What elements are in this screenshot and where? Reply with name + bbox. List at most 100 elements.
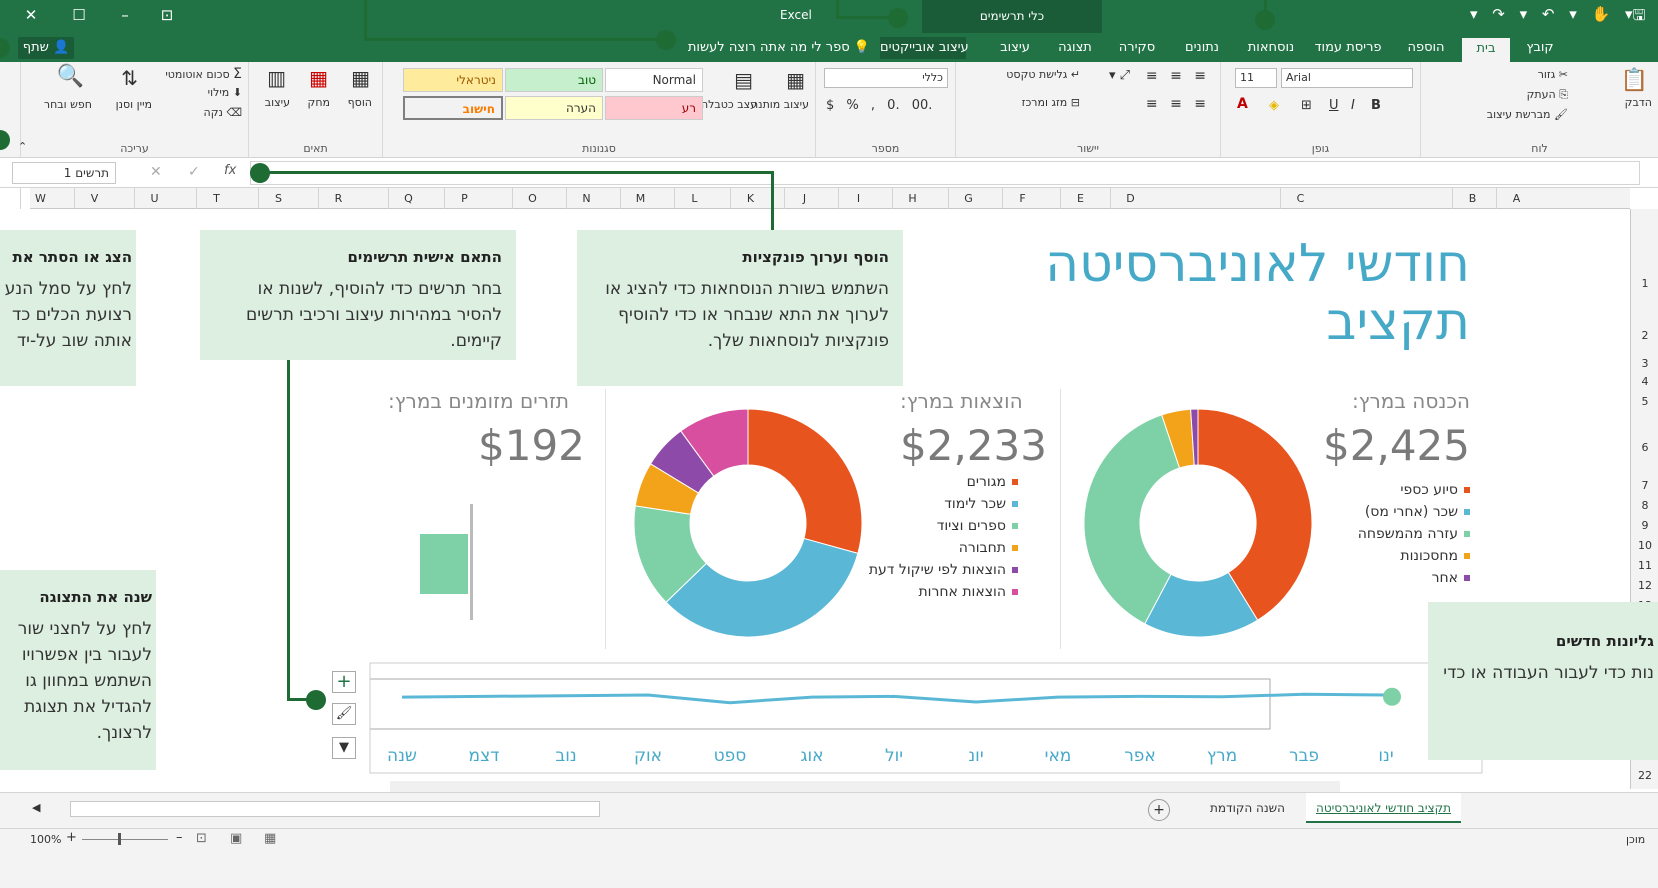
italic-button[interactable]: I	[1351, 98, 1355, 113]
fill-color-icon[interactable]: ◈	[1269, 98, 1279, 113]
row-header[interactable]: 4	[1631, 375, 1658, 388]
column-header[interactable]: L	[674, 188, 714, 209]
row-header[interactable]: 7	[1631, 479, 1658, 492]
column-header[interactable]: B	[1452, 188, 1492, 209]
format-cells-button[interactable]: עיצוב	[265, 96, 290, 109]
column-header[interactable]: W	[20, 188, 60, 209]
cashflow-bar[interactable]	[420, 534, 468, 594]
number-format-select[interactable]: כללי	[824, 68, 948, 88]
line-series[interactable]	[401, 692, 1387, 705]
clear-button[interactable]: ⌫ נקה	[204, 106, 242, 119]
sheet-tab-active[interactable]: תקציב חודשי לאוניברסיטה	[1306, 793, 1462, 823]
tab-design[interactable]: עיצוב	[994, 37, 1036, 59]
tab-view[interactable]: תצוגה	[1050, 37, 1100, 59]
column-header[interactable]: O	[512, 188, 552, 209]
paste-button[interactable]: הדבק	[1625, 96, 1652, 109]
save-icon[interactable]: 🖫	[1628, 4, 1650, 26]
zoom-slider[interactable]	[82, 839, 168, 840]
share-button[interactable]: שתף 👤	[18, 37, 74, 59]
column-header[interactable]: M	[620, 188, 660, 209]
zoom-level[interactable]: 100%	[30, 833, 61, 846]
row-header[interactable]: 5	[1631, 395, 1658, 408]
cut-button[interactable]: ✂ גזור	[1538, 68, 1568, 81]
selected-point[interactable]	[1383, 687, 1401, 706]
close-icon[interactable]: ✕	[20, 4, 42, 26]
row-header[interactable]: 6	[1631, 441, 1658, 454]
style-bad[interactable]: רע	[605, 96, 703, 120]
scroll-tabs-left-icon[interactable]: ◀	[32, 801, 40, 814]
paste-icon[interactable]: 📋	[1621, 68, 1648, 93]
column-header[interactable]: S	[258, 188, 298, 209]
page-layout-view-icon[interactable]: ▣	[230, 831, 242, 846]
underline-button[interactable]: U	[1329, 98, 1339, 113]
find-select-button[interactable]: חפש ובחר	[44, 98, 92, 111]
column-header[interactable]: Q	[388, 188, 428, 209]
tab-home[interactable]: בית	[1462, 38, 1510, 62]
format-table-icon[interactable]: ▤	[734, 68, 753, 92]
copy-button[interactable]: ⎘ העתק	[1527, 88, 1568, 102]
zoom-out-icon[interactable]: –	[176, 830, 183, 845]
row-header[interactable]: 3	[1631, 357, 1658, 370]
font-color-icon[interactable]: A	[1237, 96, 1248, 112]
column-header[interactable]: V	[74, 188, 114, 209]
conditional-format-button[interactable]: עיצוב מותנה	[751, 98, 809, 111]
column-header[interactable]: U	[134, 188, 174, 209]
insert-cells-button[interactable]: הוסף	[348, 96, 372, 109]
fx-icon[interactable]: fx	[224, 163, 236, 178]
orientation-icon[interactable]: ⤢ ▾	[1109, 68, 1130, 83]
quick-access-toolbar[interactable]: ▾ ↷ ▾ ↶ ▾ ✋ ▾	[1470, 5, 1633, 23]
column-header[interactable]: T	[196, 188, 236, 209]
tab-file[interactable]: קובץ	[1518, 37, 1562, 59]
delete-cells-button[interactable]: מחק	[308, 96, 330, 109]
style-calculation[interactable]: חישוב	[403, 96, 503, 120]
row-header[interactable]: 2	[1631, 329, 1658, 342]
tab-format[interactable]: עיצוב אובייקטים	[880, 37, 969, 59]
tab-formulas[interactable]: נוסחאות	[1240, 37, 1302, 59]
column-header[interactable]: P	[444, 188, 484, 209]
fill-button[interactable]: ⬇ מילוי	[208, 86, 242, 99]
row-header[interactable]: 12	[1631, 579, 1658, 592]
column-header[interactable]: N	[566, 188, 606, 209]
row-header[interactable]: 9	[1631, 519, 1658, 532]
minimize-icon[interactable]: –	[114, 4, 136, 26]
enter-icon[interactable]: ✓	[188, 164, 200, 180]
chart-elements-button[interactable]: +	[332, 671, 356, 693]
row-header[interactable]: 22	[1631, 769, 1658, 782]
bold-button[interactable]: B	[1371, 98, 1381, 113]
new-sheet-button[interactable]: +	[1148, 799, 1170, 821]
format-painter-button[interactable]: 🖌 מברשת עיצוב	[1487, 108, 1568, 121]
conditional-format-icon[interactable]: ▦	[786, 68, 805, 92]
tab-page-layout[interactable]: פריסת עמוד	[1310, 37, 1386, 59]
column-header[interactable]: E	[1060, 188, 1100, 209]
column-header[interactable]: G	[948, 188, 988, 209]
cancel-icon[interactable]: ✕	[150, 164, 162, 180]
plot-area-frame[interactable]	[369, 678, 1271, 730]
column-header[interactable]: D	[1110, 188, 1150, 209]
donut-slice[interactable]	[747, 408, 863, 554]
column-header[interactable]: J	[784, 188, 824, 209]
column-header[interactable]: R	[318, 188, 358, 209]
tab-review[interactable]: סקירה	[1112, 37, 1162, 59]
column-header[interactable]: I	[838, 188, 878, 209]
chart-styles-brush-icon[interactable]: 🖌	[332, 703, 356, 725]
tell-me-box[interactable]: 💡 ספר לי מה אתה רוצה לעשות	[688, 37, 870, 59]
column-header[interactable]: C	[1280, 188, 1320, 209]
sheet-tab-previous-year[interactable]: השנה הקודמת	[1200, 799, 1295, 817]
expenses-donut-chart[interactable]	[628, 403, 868, 643]
font-size-select[interactable]: 11	[1235, 68, 1277, 88]
name-box[interactable]: תרשים 1	[12, 162, 116, 184]
zoom-in-icon[interactable]: +	[66, 830, 77, 845]
page-break-view-icon[interactable]: ⊡	[196, 831, 207, 846]
autosum-button[interactable]: Σ סכום אוטומטי	[165, 66, 242, 82]
style-note[interactable]: הערה	[505, 96, 603, 120]
chart-filter-icon[interactable]: ▼	[332, 737, 356, 759]
tab-insert[interactable]: הוספה	[1400, 37, 1452, 59]
column-header[interactable]: A	[1496, 188, 1536, 209]
merge-center-button[interactable]: ⊟ מזג ומרכז	[1022, 96, 1080, 109]
row-header[interactable]: 10	[1631, 539, 1658, 552]
monthly-line-chart[interactable]: ינו פבר מרץ אפר מאי יונ יול אוג ספט אוק נוב דצמ שנה	[366, 661, 1486, 786]
row-header[interactable]: 11	[1631, 559, 1658, 572]
column-header[interactable]: K	[730, 188, 770, 209]
column-header[interactable]: H	[892, 188, 932, 209]
sort-filter-button[interactable]: מיין וסנן	[116, 98, 152, 111]
